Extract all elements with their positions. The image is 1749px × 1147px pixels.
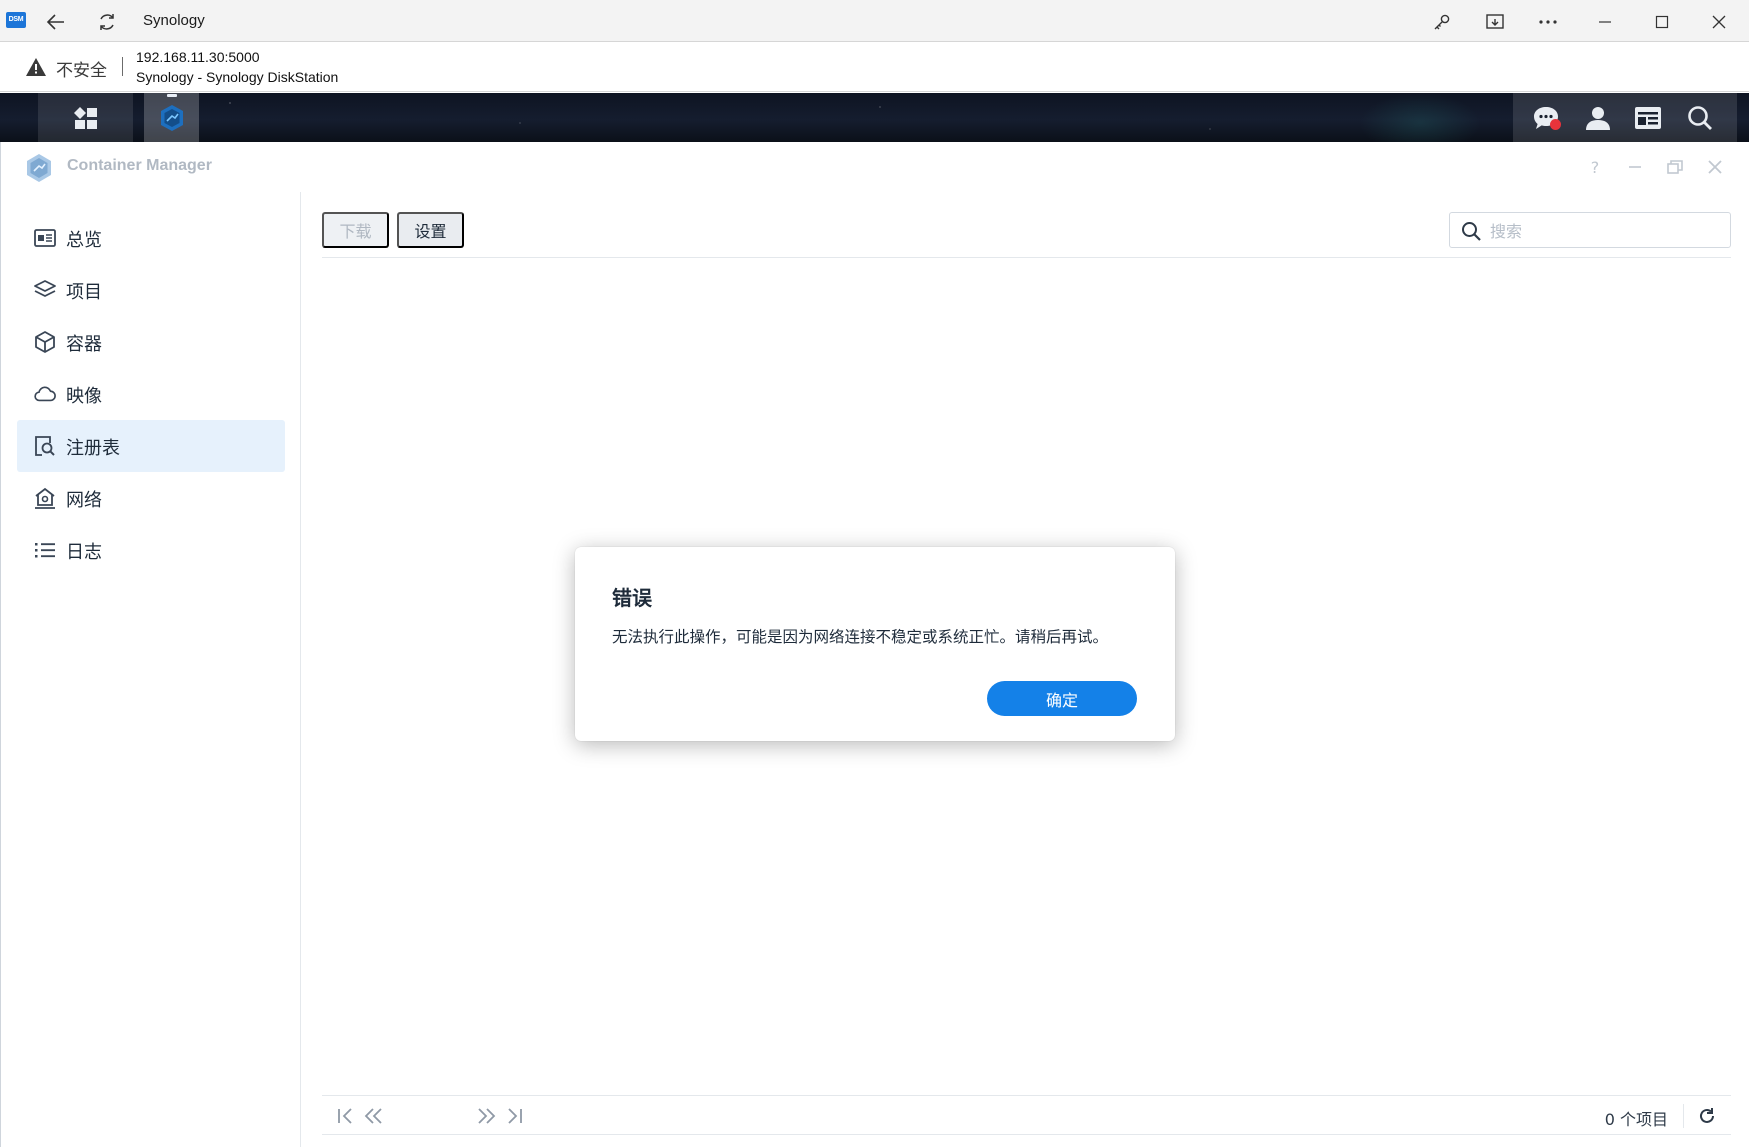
item-count: 0 个项目 [1604, 1110, 1668, 1129]
refresh-icon[interactable] [1695, 1104, 1719, 1128]
address-divider [122, 57, 123, 76]
sidebar-item-logs[interactable]: 日志 [17, 524, 285, 576]
dialog-message: 无法执行此操作，可能是因为网络连接不稳定或系统正忙。请稍后再试。 [612, 628, 1109, 646]
overview-icon [34, 227, 56, 249]
minimize-window-icon[interactable] [1592, 9, 1618, 35]
main-menu-button[interactable] [38, 93, 133, 142]
notifications-icon[interactable] [1531, 103, 1561, 133]
sidebar-item-overview[interactable]: 总览 [17, 212, 285, 264]
sidebar-item-images[interactable]: 映像 [17, 368, 285, 420]
window-title: Container Manager [67, 157, 212, 174]
search-box[interactable] [1449, 212, 1731, 248]
list-icon [34, 539, 56, 561]
taskbar-container-manager-button[interactable] [144, 93, 199, 142]
sidebar-item-registry[interactable]: 注册表 [17, 420, 285, 472]
sidebar-item-label: 项目 [66, 282, 102, 303]
url-text[interactable]: 192.168.11.30:5000 [136, 49, 260, 65]
sidebar-item-network[interactable]: 网络 [17, 472, 285, 524]
restore-icon[interactable] [1664, 156, 1686, 178]
toolbar-divider [322, 257, 1731, 258]
layers-icon [34, 279, 56, 301]
error-dialog: 错误 无法执行此操作，可能是因为网络连接不稳定或系统正忙。请稍后再试。 确定 [575, 547, 1175, 741]
reload-icon[interactable] [94, 9, 120, 35]
network-home-icon [34, 487, 56, 509]
key-icon[interactable] [1429, 9, 1455, 35]
previous-page-icon[interactable] [362, 1104, 386, 1128]
minimize-icon[interactable] [1624, 156, 1646, 178]
first-page-icon[interactable] [334, 1104, 358, 1128]
container-manager-logo-icon [25, 153, 53, 187]
container-manager-icon [160, 104, 183, 131]
cube-icon [34, 331, 56, 353]
sidebar-item-label: 映像 [66, 386, 102, 407]
warning-icon[interactable] [25, 57, 47, 81]
sidebar: 总览 项目 容器 映像 注册表 网络 日志 [1, 192, 301, 1147]
last-page-icon[interactable] [502, 1104, 526, 1128]
sidebar-item-label: 容器 [66, 334, 102, 355]
sidebar-item-label: 日志 [66, 542, 102, 563]
maximize-window-icon[interactable] [1649, 9, 1675, 35]
browser-window-title: Synology [143, 12, 205, 29]
sidebar-item-projects[interactable]: 项目 [17, 264, 285, 316]
dialog-title: 错误 [612, 586, 652, 610]
cloud-icon [34, 383, 56, 405]
sidebar-item-label: 网络 [66, 490, 102, 511]
security-status-label[interactable]: 不安全 [56, 56, 107, 81]
search-icon[interactable] [1685, 103, 1715, 133]
main-menu-icon [73, 106, 97, 129]
dsm-app-logo: DSM [6, 12, 26, 28]
window-header: Container Manager ? [1, 142, 1749, 192]
back-arrow-icon[interactable] [43, 9, 69, 35]
app-install-icon[interactable] [1482, 9, 1508, 35]
dsm-taskbar [0, 93, 1749, 142]
sidebar-item-label: 注册表 [66, 438, 120, 459]
page-title: Synology - Synology DiskStation [136, 69, 339, 85]
search-icon [1461, 221, 1481, 245]
widgets-icon[interactable] [1633, 103, 1663, 133]
address-bar: 不安全 192.168.11.30:5000 Synology - Synolo… [0, 43, 1749, 92]
search-input[interactable] [1490, 220, 1720, 242]
close-window-icon[interactable] [1706, 9, 1732, 35]
registry-search-icon [34, 435, 56, 457]
taskbar-background [0, 93, 1749, 142]
sidebar-item-label: 总览 [66, 230, 102, 251]
ok-button[interactable]: 确定 [987, 681, 1137, 716]
close-icon[interactable] [1704, 156, 1726, 178]
footer-divider [1683, 1104, 1684, 1128]
more-options-icon[interactable] [1535, 9, 1561, 35]
system-tray [1513, 93, 1737, 142]
notification-badge [1550, 119, 1561, 130]
sidebar-item-containers[interactable]: 容器 [17, 316, 285, 368]
user-icon[interactable] [1583, 103, 1613, 133]
pagination-bar: 0 个项目 [322, 1095, 1731, 1135]
next-page-icon[interactable] [474, 1104, 498, 1128]
download-button[interactable]: 下载 [322, 212, 389, 248]
settings-button[interactable]: 设置 [397, 212, 464, 248]
help-icon[interactable]: ? [1584, 156, 1606, 178]
browser-title-bar: DSM Synology [0, 0, 1749, 42]
